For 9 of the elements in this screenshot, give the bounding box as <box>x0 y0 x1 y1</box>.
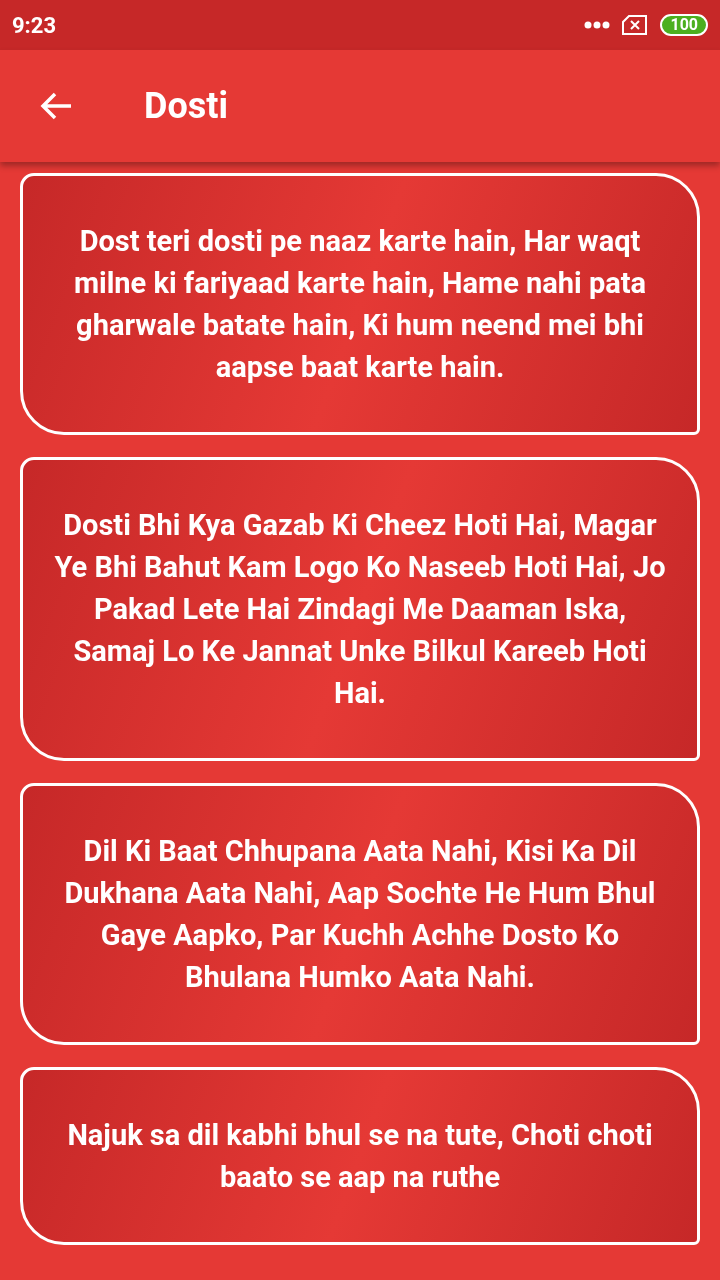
battery-level: 100 <box>660 14 708 36</box>
no-sim-icon <box>622 15 649 35</box>
quote-text: Dil Ki Baat Chhupana Aata Nahi, Kisi Ka Dil Dukhana Aata Nahi, Aap Sochte He Hum Bhul Gaye Aapko, Par Kuchh Achhe Dosto Ko Bhulana Humko Aata Nahi. <box>63 833 657 996</box>
quote-text: Najuk sa dil kabhi bhul se na tute, Choti choti baato se aap na ruthe <box>66 1117 654 1196</box>
quote-text: Dosti Bhi Kya Gazab Ki Cheez Hoti Hai, Magar Ye Bhi Bahut Kam Logo Ko Naseeb Hoti Hai, Jo Pakad Lete Hai Zindagi Me Daaman Iska, Samaj Lo Ke Jannat Unke Bilkul Kareeb Hoti Hai. <box>53 507 667 712</box>
quote-text: Dost teri dosti pe naaz karte hain, Har waqt milne ki fariyaad karte hain, Hame nahi pata gharwale batate hain, Ki hum neend mei bhi aapse baat karte hain. <box>72 223 648 386</box>
status-time: 9:23 <box>12 11 57 40</box>
app-bar-title: Dosti <box>144 84 228 129</box>
more-dots-icon <box>584 21 611 29</box>
